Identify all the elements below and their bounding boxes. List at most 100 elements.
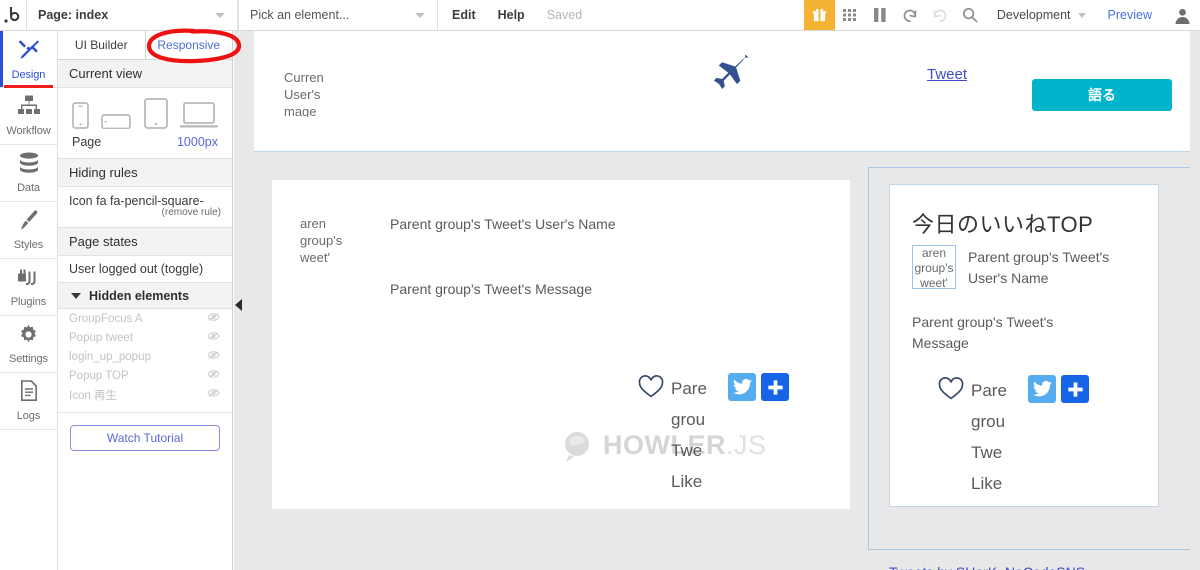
tweet-user-name: Parent group's Tweet's User's Name (390, 216, 616, 232)
mobile-landscape-icon[interactable] (101, 111, 132, 129)
placeholder-line: group's (914, 261, 954, 275)
top-likes-user-name: Parent group's Tweet's User's Name (968, 249, 1110, 286)
tab-ui-builder[interactable]: UI Builder (58, 31, 145, 59)
like-line: grou (671, 410, 706, 429)
menu-item-edit[interactable]: Edit (452, 8, 476, 22)
hiding-rules-header: Hiding rules (58, 159, 232, 187)
list-item[interactable]: Popup tweet (58, 328, 232, 347)
list-item[interactable]: login_up_popup (58, 347, 232, 366)
tab-responsive[interactable]: Responsive (144, 31, 233, 59)
page-selector-value: Page: index (38, 8, 109, 22)
page-selector[interactable]: Page: index (26, 0, 238, 30)
eye-slash-icon[interactable] (207, 312, 220, 325)
like-line: Pare (971, 381, 1007, 400)
menu-item-help[interactable]: Help (498, 8, 525, 22)
sidebar-item-design[interactable]: Design (0, 31, 57, 88)
placeholder-line: weet' (300, 250, 330, 263)
top-likes-avatar-placeholder[interactable]: aren group's weet' (912, 245, 956, 289)
hidden-elements-header[interactable]: Hidden elements (58, 283, 232, 309)
page-width-value[interactable]: 1000px (177, 135, 218, 149)
page-state-toggle[interactable]: User logged out (toggle) (58, 256, 232, 283)
talk-cta-button[interactable]: 語る (1032, 79, 1172, 111)
design-canvas[interactable]: Curren User's mage Tweet 語る aren group's (234, 31, 1200, 570)
sidebar-item-label: Styles (13, 239, 44, 251)
sidebar-item-label: Design (11, 69, 46, 81)
like-count-text: Pare grou Twe Like (971, 375, 1023, 499)
hidden-element-label: Icon 再生 (69, 389, 117, 402)
main-tweet-card[interactable]: aren group's weet' Parent group's Tweet'… (272, 180, 850, 509)
tab-label: UI Builder (74, 38, 128, 52)
hiding-rule-item[interactable]: Icon fa fa-pencil-square- (remove rule) (58, 187, 232, 228)
preview-button[interactable]: Preview (1096, 0, 1164, 30)
eye-slash-icon[interactable] (207, 350, 220, 363)
sidebar-item-label: Plugins (10, 295, 47, 308)
sidebar-item-settings[interactable]: Settings (0, 316, 57, 373)
sidebar-item-plugins[interactable]: Plugins (0, 259, 57, 316)
user-avatar-icon[interactable] (1164, 0, 1200, 30)
howler-logo-icon (565, 432, 589, 462)
add-plus-button[interactable] (761, 373, 789, 401)
grid-icon[interactable] (835, 0, 865, 30)
top-likes-side-group[interactable]: 今日のいいねTOP aren group's weet' Parent grou… (868, 167, 1194, 550)
save-status: Saved (546, 8, 583, 22)
placeholder-line: User's (284, 87, 321, 102)
hidden-element-label: Popup tweet (69, 331, 133, 344)
list-item[interactable]: Icon 再生 (58, 385, 232, 404)
page-header-group[interactable]: Curren User's mage Tweet 語る (254, 31, 1200, 152)
list-item[interactable]: GroupFocus A (58, 309, 232, 328)
airplane-icon[interactable] (706, 53, 754, 105)
eye-slash-icon[interactable] (207, 331, 220, 344)
list-item[interactable]: Popup TOP (58, 366, 232, 385)
responsive-property-panel: UI Builder Responsive Current view Page … (58, 31, 233, 570)
twitter-share-button[interactable] (1028, 375, 1056, 403)
bubble-logo-icon[interactable] (0, 0, 26, 30)
top-likes-card[interactable]: 今日のいいねTOP aren group's weet' Parent grou… (889, 184, 1159, 507)
like-line: Twe (971, 443, 1003, 462)
tweet-avatar-placeholder[interactable]: aren group's weet' (300, 215, 350, 263)
twitter-share-button[interactable] (728, 373, 756, 401)
sidebar-item-label: Data (17, 182, 40, 194)
redo-icon (925, 0, 955, 30)
undo-icon[interactable] (895, 0, 925, 30)
tweet-link[interactable]: Tweet (927, 66, 967, 83)
heart-icon[interactable] (638, 375, 664, 404)
add-plus-button[interactable] (1061, 375, 1089, 403)
mobile-portrait-icon[interactable] (72, 102, 89, 129)
eye-slash-icon[interactable] (207, 369, 220, 382)
paintbrush-icon (18, 209, 40, 236)
like-line: Like (971, 474, 1003, 493)
search-icon[interactable] (955, 0, 985, 30)
placeholder-line: mage (284, 104, 317, 117)
tweets-by-link[interactable]: Tweets by SHarK_NoCodeSNS (889, 564, 1085, 570)
canvas-viewport: Curren User's mage Tweet 語る aren group's (244, 31, 1200, 570)
version-dropdown[interactable]: Development (985, 0, 1096, 30)
watch-tutorial-button[interactable]: Watch Tutorial (70, 425, 220, 451)
heart-icon[interactable] (938, 377, 964, 406)
current-user-image-placeholder[interactable]: Curren User's mage (284, 69, 336, 117)
gift-icon[interactable] (803, 0, 835, 30)
pause-icon[interactable] (865, 0, 895, 30)
sidebar-item-label: Logs (16, 410, 41, 422)
top-likes-title: 今日のいいねTOP (912, 212, 1094, 237)
element-picker[interactable]: Pick an element... (238, 0, 438, 30)
sidebar-item-data[interactable]: Data (0, 145, 57, 202)
sidebar-item-logs[interactable]: Logs (0, 373, 57, 430)
desktop-icon[interactable] (179, 102, 218, 129)
chevron-down-icon (415, 13, 425, 18)
sidebar-item-styles[interactable]: Styles (0, 202, 57, 259)
placeholder-line: group's (300, 233, 343, 248)
placeholder-line: Curren (284, 70, 324, 85)
canvas-right-gutter (1190, 31, 1200, 570)
placeholder-line: aren (921, 246, 947, 260)
document-icon (20, 380, 38, 407)
eye-slash-icon[interactable] (207, 388, 220, 401)
tablet-icon[interactable] (143, 98, 168, 129)
panel-collapse-handle[interactable] (234, 297, 244, 313)
like-line: Like (671, 472, 703, 491)
page-width-label: Page (72, 135, 102, 149)
hidden-elements-label: Hidden elements (89, 288, 190, 303)
sidebar-item-workflow[interactable]: Workflow (0, 88, 57, 145)
top-likes-message: Parent group's Tweet's Message (912, 314, 1054, 351)
tweet-message: Parent group's Tweet's Message (390, 281, 592, 297)
hidden-elements-list: GroupFocus A Popup tweet login_up_popup (58, 309, 232, 404)
